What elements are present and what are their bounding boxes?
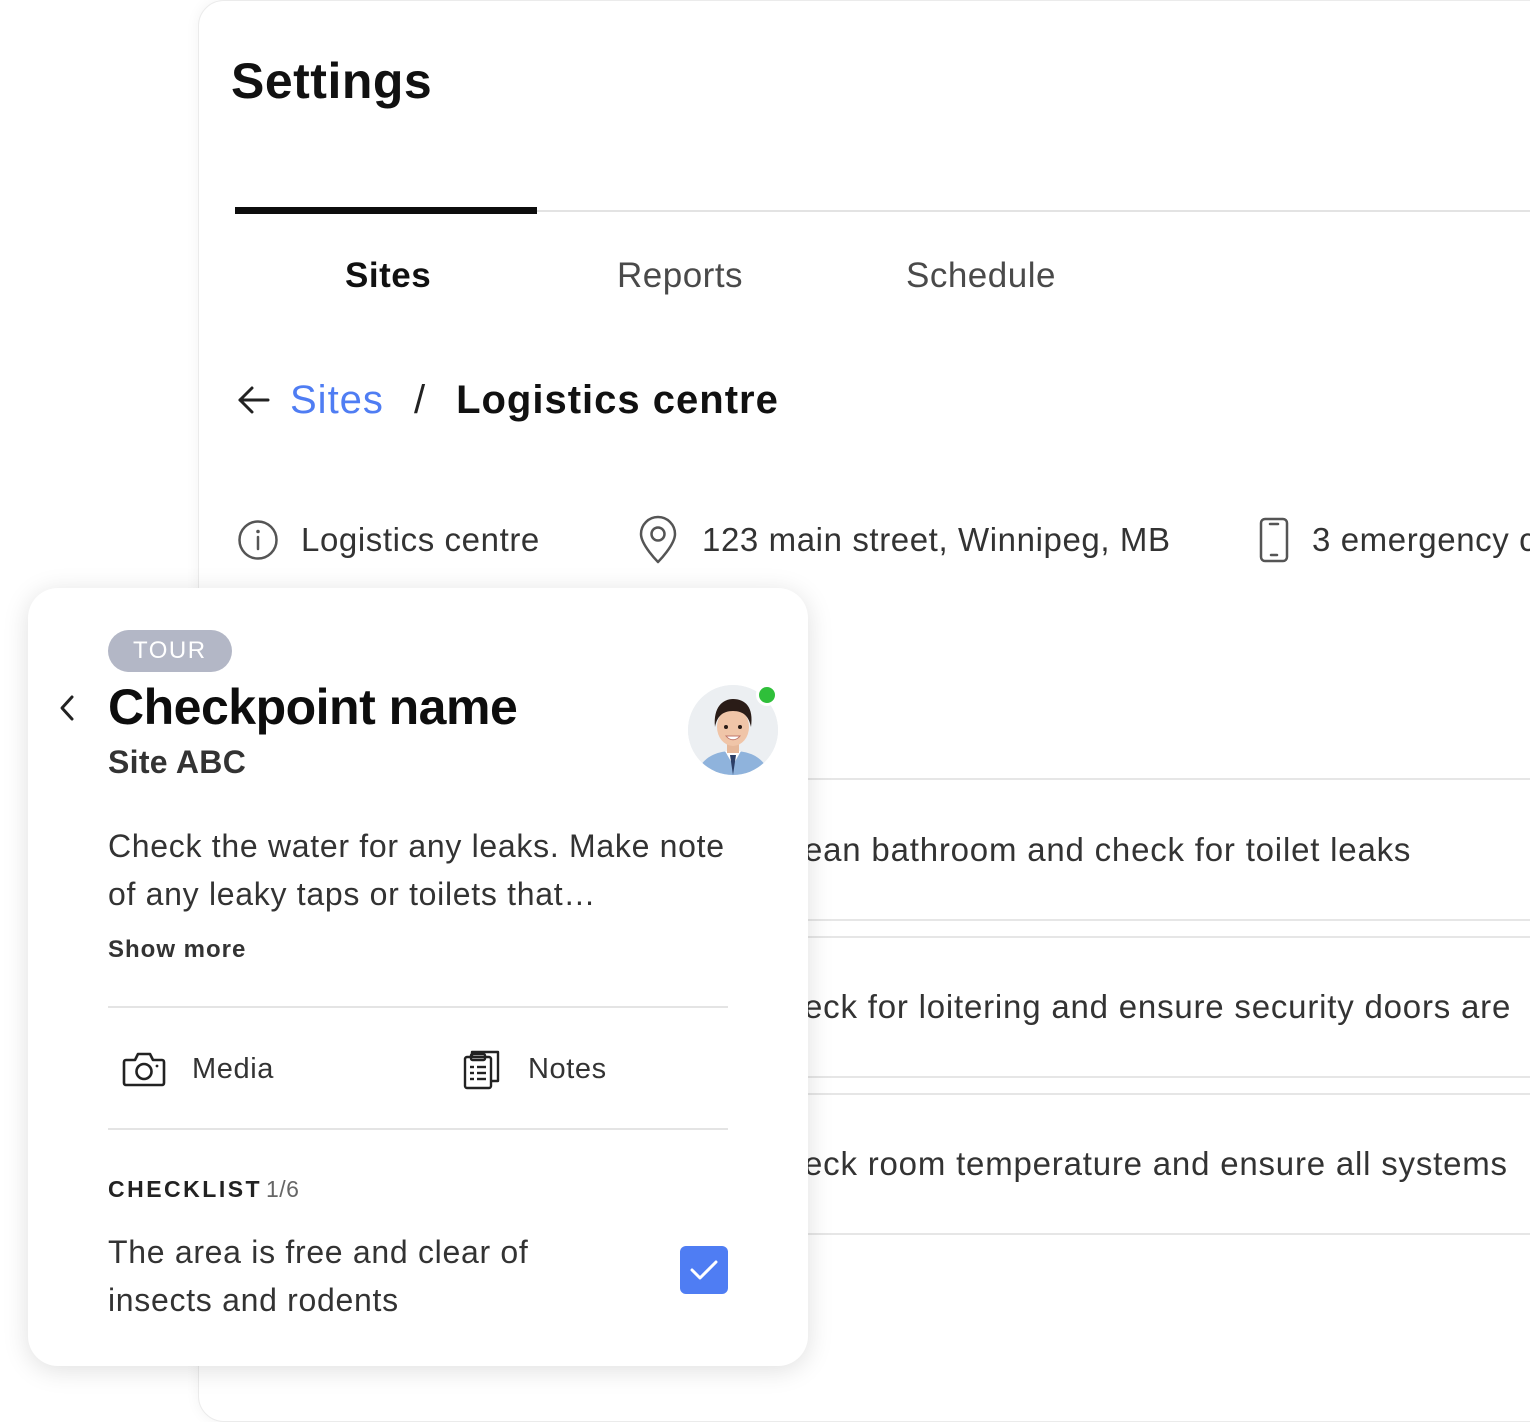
checklist-heading: CHECKLIST	[108, 1176, 263, 1202]
map-pin-icon	[639, 515, 677, 564]
page-title: Settings	[231, 53, 433, 109]
task-row[interactable]: eck for loitering and ensure security do…	[808, 936, 1530, 1078]
media-button[interactable]: Media	[122, 1044, 274, 1094]
tour-badge: TOUR	[108, 630, 232, 672]
online-status-dot	[756, 684, 778, 706]
breadcrumb-separator: /	[413, 377, 427, 422]
checkpoint-card: TOUR Checkpoint name Site ABC Check the …	[28, 588, 808, 1366]
notes-label: Notes	[528, 1052, 607, 1085]
card-divider	[108, 1006, 728, 1008]
tab-schedule[interactable]: Schedule	[906, 256, 1056, 296]
mobile-phone-icon	[1259, 517, 1289, 563]
site-name-info: Logistics centre	[237, 514, 540, 566]
tab-active-indicator	[235, 207, 537, 214]
task-row-text: ean bathroom and check for toilet leaks	[808, 830, 1412, 868]
checklist-count: 1/6	[266, 1176, 300, 1202]
site-address-text: 123 main street, Winnipeg, MB	[702, 521, 1171, 558]
camera-icon	[122, 1052, 166, 1087]
arrow-left-icon[interactable]	[236, 382, 272, 418]
media-label: Media	[192, 1052, 274, 1085]
chevron-left-icon[interactable]	[54, 692, 80, 724]
notes-button[interactable]: Notes	[462, 1044, 607, 1094]
site-address-info: 123 main street, Winnipeg, MB	[636, 514, 1171, 566]
emergency-contacts-text: 3 emergency c	[1312, 521, 1530, 558]
tab-sites[interactable]: Sites	[345, 256, 431, 296]
checklist-item-text: The area is free and clear of insects an…	[108, 1234, 529, 1318]
show-more-link[interactable]: Show more	[108, 936, 246, 964]
task-row[interactable]: ean bathroom and check for toilet leaks	[808, 778, 1530, 921]
checkmark-icon	[690, 1260, 718, 1280]
tab-reports[interactable]: Reports	[617, 256, 743, 296]
card-divider	[108, 1128, 728, 1130]
site-name-text: Logistics centre	[301, 521, 540, 558]
breadcrumb-sites-link[interactable]: Sites	[290, 378, 384, 423]
checkpoint-title: Checkpoint name	[108, 679, 518, 735]
breadcrumb: Sites / Logistics centre	[236, 372, 779, 428]
checkpoint-site: Site ABC	[108, 744, 247, 780]
checklist-item-checkbox[interactable]	[680, 1246, 728, 1294]
task-row-text: eck room temperature and ensure all syst…	[808, 1145, 1508, 1182]
checkpoint-description: Check the water for any leaks. Make note…	[108, 828, 725, 912]
info-circle-icon	[238, 520, 278, 560]
task-row[interactable]: eck room temperature and ensure all syst…	[808, 1093, 1530, 1235]
breadcrumb-current: Logistics centre	[456, 377, 779, 422]
emergency-contacts-info: 3 emergency c	[1258, 514, 1530, 566]
clipboard-icon	[463, 1050, 500, 1090]
task-row-text: eck for loitering and ensure security do…	[808, 988, 1512, 1025]
